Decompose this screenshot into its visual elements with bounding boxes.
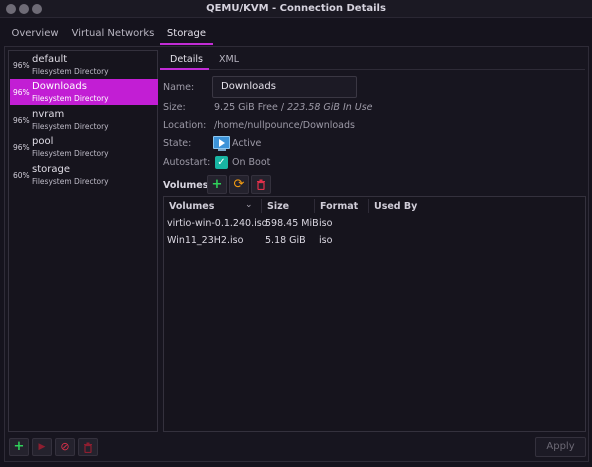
pool-item-storage[interactable]: 60% storage Filesystem Directory bbox=[10, 162, 158, 188]
play-icon: ▶ bbox=[38, 442, 46, 452]
pool-name: nvram bbox=[32, 109, 65, 120]
size-used: 223.58 GiB In Use bbox=[287, 102, 373, 113]
storage-pool-list: 96% default Filesystem Directory 96% Dow… bbox=[8, 50, 158, 432]
volume-name: virtio-win-0.1.240.iso bbox=[167, 218, 268, 229]
column-separator bbox=[314, 199, 315, 213]
window-title: QEMU/KVM - Connection Details bbox=[206, 3, 386, 14]
pool-item-pool[interactable]: 96% pool Filesystem Directory bbox=[10, 134, 158, 160]
pool-name: Downloads bbox=[32, 81, 87, 92]
tab-virtual-networks[interactable]: Virtual Networks bbox=[66, 24, 160, 44]
pool-usage: 96% bbox=[13, 88, 30, 97]
tab-storage[interactable]: Storage bbox=[160, 24, 213, 44]
refresh-icon: ⟳ bbox=[233, 177, 245, 192]
location-value: /home/nullpounce/Downloads bbox=[214, 120, 355, 131]
running-monitor-icon bbox=[213, 136, 230, 151]
subtab-details[interactable]: Details bbox=[170, 54, 203, 65]
state-label: State: bbox=[163, 138, 192, 149]
pool-name: storage bbox=[32, 164, 70, 175]
size-value: 9.25 GiB Free / 223.58 GiB In Use bbox=[214, 102, 373, 113]
volume-size: 598.45 MiB bbox=[265, 218, 319, 229]
column-header-format[interactable]: Format bbox=[320, 201, 358, 212]
stop-pool-button[interactable]: ⊘ bbox=[55, 438, 75, 456]
pool-type: Filesystem Directory bbox=[32, 122, 109, 131]
trash-icon bbox=[257, 179, 265, 191]
pool-usage: 96% bbox=[13, 61, 30, 70]
size-free: 9.25 GiB Free bbox=[214, 102, 278, 113]
volumes-header: Volumes bbox=[163, 180, 209, 191]
checkmark-icon: ✓ bbox=[217, 157, 226, 168]
volume-format: iso bbox=[319, 235, 333, 246]
stop-icon: ⊘ bbox=[60, 440, 70, 453]
column-separator bbox=[261, 199, 262, 213]
pool-usage: 96% bbox=[13, 143, 30, 152]
plus-icon: + bbox=[13, 439, 25, 454]
size-label: Size: bbox=[163, 102, 186, 113]
column-header-used-by[interactable]: Used By bbox=[374, 201, 417, 212]
window-titlebar: QEMU/KVM - Connection Details bbox=[0, 0, 592, 18]
volume-size: 5.18 GiB bbox=[265, 235, 306, 246]
volume-name: Win11_23H2.iso bbox=[167, 235, 244, 246]
size-separator: / bbox=[280, 102, 285, 113]
column-header-volumes[interactable]: Volumes bbox=[169, 201, 214, 212]
trash-icon bbox=[84, 442, 92, 454]
pool-usage: 96% bbox=[13, 116, 30, 125]
column-header-size[interactable]: Size bbox=[267, 201, 289, 212]
state-value: Active bbox=[232, 138, 262, 149]
subtab-underline bbox=[160, 68, 209, 70]
add-pool-button[interactable]: + bbox=[9, 438, 29, 456]
autostart-value: On Boot bbox=[232, 157, 271, 168]
pool-name: default bbox=[32, 54, 68, 65]
apply-button[interactable]: Apply bbox=[535, 437, 586, 457]
pool-item-nvram[interactable]: 96% nvram Filesystem Directory bbox=[10, 107, 158, 133]
plus-icon: + bbox=[211, 177, 223, 192]
pool-item-downloads[interactable]: 96% Downloads Filesystem Directory bbox=[10, 79, 158, 105]
volumes-table: Volumes ⌄ Size Format Used By virtio-win… bbox=[163, 196, 586, 432]
autostart-label: Autostart: bbox=[163, 157, 211, 168]
pool-name: pool bbox=[32, 136, 54, 147]
column-separator bbox=[368, 199, 369, 213]
refresh-volumes-button[interactable]: ⟳ bbox=[229, 175, 249, 194]
main-tabs: Overview Virtual Networks Storage bbox=[0, 21, 592, 45]
delete-pool-button[interactable] bbox=[78, 438, 98, 456]
chevron-down-icon[interactable]: ⌄ bbox=[245, 200, 253, 210]
location-label: Location: bbox=[163, 120, 207, 131]
subtab-xml[interactable]: XML bbox=[219, 54, 239, 65]
pool-type: Filesystem Directory bbox=[32, 149, 109, 158]
tab-underline bbox=[160, 43, 213, 45]
volume-format: iso bbox=[319, 218, 333, 229]
name-label: Name: bbox=[163, 82, 195, 93]
autostart-checkbox[interactable]: ✓ bbox=[215, 156, 228, 169]
pool-item-default[interactable]: 96% default Filesystem Directory bbox=[10, 52, 158, 78]
pool-type: Filesystem Directory bbox=[32, 94, 109, 103]
pool-type: Filesystem Directory bbox=[32, 177, 109, 186]
delete-volume-button[interactable] bbox=[251, 175, 271, 194]
pool-usage: 60% bbox=[13, 171, 30, 180]
start-pool-button[interactable]: ▶ bbox=[32, 438, 52, 456]
pool-type: Filesystem Directory bbox=[32, 67, 109, 76]
pool-name-field[interactable]: Downloads bbox=[212, 76, 357, 98]
detail-subtabs: Details XML bbox=[160, 50, 585, 70]
add-volume-button[interactable]: + bbox=[207, 175, 227, 194]
tab-overview[interactable]: Overview bbox=[6, 24, 64, 44]
